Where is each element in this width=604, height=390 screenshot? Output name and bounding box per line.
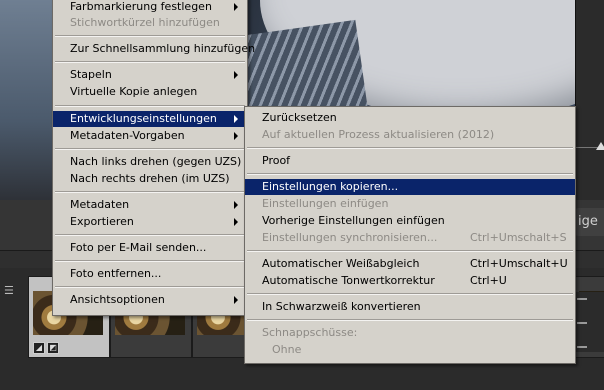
filter-icon[interactable]: ☰ [4,284,14,297]
submenu-arrow-icon [234,132,238,140]
submenu-item-einstellungen-kopieren[interactable]: Einstellungen kopieren... [245,179,575,195]
menu-item-exportieren[interactable]: Exportieren [53,214,247,230]
menu-item-label: Nach rechts drehen (im UZS) [70,172,230,185]
menu-item-stapeln[interactable]: Stapeln [53,67,247,83]
menu-item-label: Automatischer Weißabgleich [262,257,420,270]
menu-separator [247,319,573,321]
menu-separator [55,191,245,193]
menu-item-label: Einstellungen einfügen [262,197,389,210]
menu-item-label: Einstellungen kopieren... [262,180,399,193]
menu-item-label: Automatische Tonwertkorrektur [262,274,435,287]
submenu-arrow-icon [234,296,238,304]
menu-item-label: Metadaten [70,198,130,211]
menu-item-label: Exportieren [70,215,134,228]
submenu-arrow-icon [234,115,238,123]
menu-item-label: In Schwarzweiß konvertieren [262,300,421,313]
nav-dash [577,298,587,300]
menu-item-label: Stapeln [70,68,112,81]
filmstrip-nav [575,292,604,352]
menu-item-label: Ansichtsoptionen [70,293,165,306]
submenu-item-prozess-aktualisieren[interactable]: Auf aktuellen Prozess aktualisieren (201… [245,127,575,143]
menu-item-label: Einstellungen synchronisieren... [262,231,438,244]
menu-item-label: Metadaten-Vorgaben [70,129,185,142]
right-panel-button[interactable]: ige [575,208,604,236]
menu-item-label: Zurücksetzen [262,111,337,124]
menu-separator [55,148,245,150]
menu-item-links-drehen[interactable]: Nach links drehen (gegen UZS) [53,154,247,170]
submenu-item-zuruecksetzen[interactable]: Zurücksetzen [245,110,575,126]
menu-separator [247,250,573,252]
menu-item-rechts-drehen[interactable]: Nach rechts drehen (im UZS) [53,171,247,187]
slider-knob[interactable] [596,142,604,150]
menu-item-label: Farbmarkierung festlegen [70,0,212,13]
submenu-item-weissabgleich[interactable]: Automatischer Weißabgleich Ctrl+Umschalt… [245,256,575,272]
menu-item-metadaten-vorgaben[interactable]: Metadaten-Vorgaben [53,128,247,144]
menu-item-foto-email[interactable]: Foto per E-Mail senden... [53,240,247,256]
submenu-arrow-icon [234,201,238,209]
menu-item-stichwortkuerzel[interactable]: Stichwortkürzel hinzufügen [53,15,247,31]
menu-item-label: Nach links drehen (gegen UZS) [70,155,242,168]
menu-separator [247,147,573,149]
menu-item-label: Foto entfernen... [70,267,162,280]
menu-item-label: Vorherige Einstellungen einfügen [262,214,445,227]
menu-separator [247,293,573,295]
menu-item-label: Foto per E-Mail senden... [70,241,207,254]
menu-item-shortcut: Ctrl+Umschalt+S [470,231,567,244]
menu-separator [55,61,245,63]
menu-item-foto-entfernen[interactable]: Foto entfernen... [53,266,247,282]
badge-icon: ◢ [33,342,45,354]
menu-item-label: Proof [262,154,291,167]
submenu-item-proof[interactable]: Proof [245,153,575,169]
submenu-item-ohne[interactable]: Ohne [245,342,575,358]
menu-item-label: Schnappschüsse: [262,326,358,339]
menu-item-label: Stichwortkürzel hinzufügen [70,16,220,29]
nav-dash [577,322,587,324]
submenu-item-tonwertkorrektur[interactable]: Automatische Tonwertkorrektur Ctrl+U [245,273,575,289]
menu-item-label: Ohne [272,343,302,356]
context-menu: Farbmarkierung festlegen Stichwortkürzel… [52,0,255,316]
right-panel [575,0,604,200]
menu-separator [55,105,245,107]
menu-item-farbmarkierung[interactable]: Farbmarkierung festlegen [53,0,247,15]
menu-separator [55,234,245,236]
menu-item-entwicklungseinstellungen[interactable]: Entwicklungseinstellungen [53,111,247,127]
menu-separator [247,173,573,175]
submenu-item-synchronisieren[interactable]: Einstellungen synchronisieren... Ctrl+Um… [245,230,575,246]
submenu-arrow-icon [234,71,238,79]
submenu-item-schwarzweiss[interactable]: In Schwarzweiß konvertieren [245,299,575,315]
menu-item-label: Auf aktuellen Prozess aktualisieren (201… [262,128,495,141]
menu-separator [55,35,245,37]
nav-dash [577,346,587,348]
menu-item-virtuelle-kopie[interactable]: Virtuelle Kopie anlegen [53,84,247,100]
menu-separator [55,286,245,288]
menu-item-ansichtsoptionen[interactable]: Ansichtsoptionen [53,292,247,308]
submenu-header-schnappschuesse: Schnappschüsse: [245,325,575,341]
badge-icon: ◩ [47,342,59,354]
menu-separator [55,260,245,262]
submenu-item-einstellungen-einfuegen[interactable]: Einstellungen einfügen [245,196,575,212]
submenu-arrow-icon [234,3,238,11]
menu-item-schnellsammlung[interactable]: Zur Schnellsammlung hinzufügen [53,41,255,57]
submenu-item-vorherige-einstellungen[interactable]: Vorherige Einstellungen einfügen [245,213,575,229]
menu-item-label: Entwicklungseinstellungen [70,112,217,125]
menu-item-label: Zur Schnellsammlung hinzufügen [70,42,256,55]
menu-item-shortcut: Ctrl+Umschalt+U [470,257,568,270]
submenu-arrow-icon [234,218,238,226]
develop-settings-submenu: Zurücksetzen Auf aktuellen Prozess aktua… [244,106,576,364]
menu-item-label: Virtuelle Kopie anlegen [70,85,198,98]
menu-item-shortcut: Ctrl+U [470,274,507,287]
menu-item-metadaten[interactable]: Metadaten [53,197,247,213]
